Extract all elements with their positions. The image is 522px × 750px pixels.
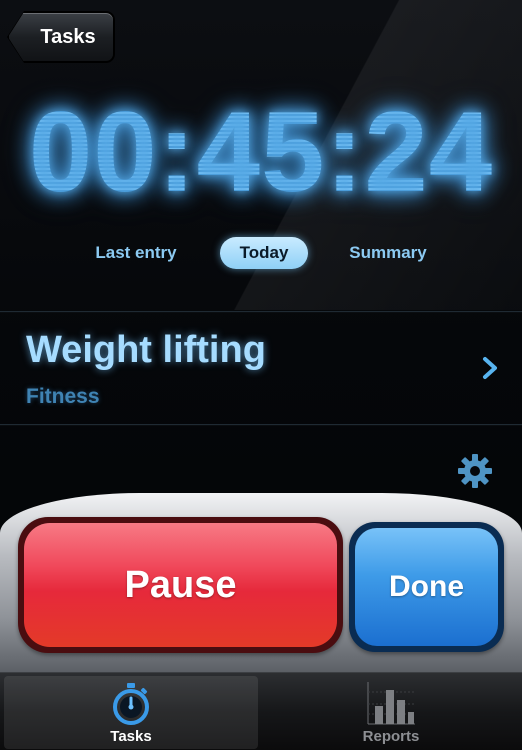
task-row[interactable]: Weight lifting Fitness — [0, 313, 522, 424]
back-button[interactable]: Tasks — [8, 12, 114, 62]
gear-icon[interactable] — [457, 453, 493, 489]
task-category: Fitness — [26, 385, 100, 408]
pause-button[interactable]: Pause — [24, 523, 337, 647]
period-segmented-control: Last entry Today Summary — [0, 237, 522, 269]
segment-summary[interactable]: Summary — [334, 237, 442, 269]
bar-chart-icon — [367, 682, 415, 725]
back-button-label: Tasks — [40, 25, 96, 48]
pause-button-label: Pause — [124, 563, 237, 606]
tab-tasks-label: Tasks — [110, 728, 152, 745]
divider — [0, 424, 522, 426]
timer-display: 00:45:24 — [0, 96, 522, 210]
tab-reports[interactable]: Reports — [264, 676, 518, 749]
screen: Tasks 00:45:24 Last entry Today Summary … — [0, 0, 522, 750]
tab-bar: Tasks Reports — [0, 672, 522, 750]
segment-today[interactable]: Today — [220, 237, 308, 269]
done-button[interactable]: Done — [355, 528, 498, 646]
done-button-label: Done — [389, 570, 464, 603]
task-name: Weight lifting — [26, 329, 266, 371]
tab-reports-label: Reports — [362, 728, 420, 745]
chevron-right-icon — [483, 357, 497, 379]
stopwatch-icon — [113, 683, 149, 725]
segment-last-entry[interactable]: Last entry — [80, 237, 192, 269]
tab-tasks[interactable]: Tasks — [4, 676, 258, 749]
